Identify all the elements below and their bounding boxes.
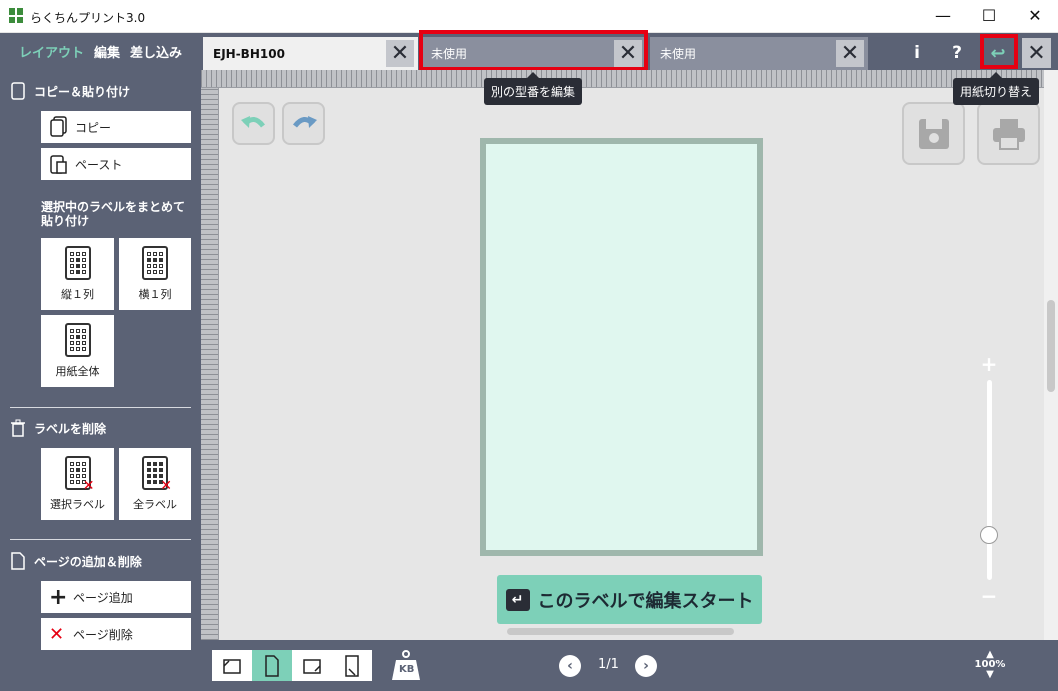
vertical-ruler	[201, 88, 219, 640]
nav-merge[interactable]: 差し込み	[130, 42, 182, 61]
portrait-icon	[265, 654, 279, 677]
tab-unused-1[interactable]: 未使用 ✕	[421, 37, 646, 70]
app-icon	[9, 8, 23, 23]
nav-edit[interactable]: 編集	[94, 42, 120, 61]
zoom-level-control[interactable]: ▲ 100% ▼	[970, 650, 1010, 680]
portrait-button[interactable]	[252, 650, 292, 681]
paste-icon	[50, 155, 67, 174]
page-icon	[11, 552, 25, 570]
page-heading: ページの追加＆削除	[10, 552, 142, 570]
paste-column-button[interactable]: 縦１列	[41, 238, 114, 310]
flip-page-icon	[345, 654, 359, 677]
horizontal-scrollbar[interactable]	[507, 628, 734, 635]
weight-label: KB	[399, 664, 415, 675]
add-page-button[interactable]: + ページ追加	[41, 581, 191, 613]
weight-icon: KB	[390, 648, 422, 682]
delete-all-icon: ✕	[142, 456, 172, 494]
left-sidebar: コピー＆貼り付け コピー ペースト 選択中のラベルをまとめて貼り付け 縦１列 横…	[0, 70, 201, 691]
tab-label: 未使用	[431, 47, 468, 61]
redo-icon	[292, 115, 317, 128]
start-editing-button[interactable]: ↵ このラベルで編集スタート	[497, 575, 762, 624]
zoom-out-button[interactable]: −	[980, 584, 998, 608]
copy-icon	[50, 116, 67, 137]
document-icon	[11, 82, 25, 100]
maximize-button[interactable]: ☐	[966, 0, 1012, 30]
page-indicator: 1/1	[598, 657, 619, 672]
app-title: らくちんプリント3.0	[30, 11, 146, 25]
info-button[interactable]: i	[905, 38, 929, 68]
plus-icon: +	[49, 584, 68, 610]
tooltip-edit-other-model: 別の型番を編集	[484, 72, 583, 105]
undo-icon	[240, 115, 265, 128]
grid-column-icon	[64, 246, 91, 280]
rotate-left-icon	[223, 658, 241, 674]
delete-heading: ラベルを削除	[10, 419, 106, 437]
copy-paste-heading: コピー＆貼り付け	[10, 82, 130, 100]
close-window-button[interactable]: ✕	[1012, 0, 1058, 30]
remove-page-button[interactable]: ✕ ページ削除	[41, 618, 191, 650]
prev-page-button[interactable]: ‹	[559, 655, 581, 677]
vertical-scrollbar[interactable]	[1044, 70, 1058, 640]
rotate-left-button[interactable]	[212, 650, 252, 681]
tab-label: EJH-BH100	[213, 46, 285, 61]
paste-button[interactable]: ペースト	[41, 148, 191, 180]
grid-sheet-icon	[64, 323, 91, 357]
grid-row-icon	[142, 246, 168, 280]
horizontal-ruler	[201, 70, 1044, 88]
mode-nav: レイアウト 編集 差し込み	[0, 33, 201, 70]
flip-button[interactable]	[332, 650, 372, 681]
close-tab-icon[interactable]: ✕	[386, 40, 414, 67]
trash-icon	[11, 419, 25, 437]
nav-layout[interactable]: レイアウト	[19, 42, 84, 61]
undo-button[interactable]	[232, 102, 275, 145]
divider	[10, 539, 191, 540]
delete-selected-button[interactable]: ✕ 選択ラベル	[41, 448, 114, 520]
title-bar: らくちんプリント3.0 — ☐ ✕	[0, 0, 1058, 33]
print-button[interactable]	[977, 102, 1040, 165]
zoom-slider-track[interactable]	[987, 380, 992, 580]
rotate-right-icon	[303, 658, 321, 674]
paste-all-sheet-button[interactable]: 用紙全体	[41, 315, 114, 387]
zoom-in-button[interactable]: +	[980, 352, 998, 376]
tooltip-paper-switch: 用紙切り替え	[953, 72, 1040, 105]
delete-selected-icon: ✕	[64, 456, 95, 494]
label-sheet[interactable]	[480, 138, 763, 556]
scrollbar-thumb[interactable]	[1047, 300, 1055, 392]
rotate-right-button[interactable]	[292, 650, 332, 681]
close-app-button[interactable]: ✕	[1022, 38, 1051, 68]
paper-switch-icon[interactable]: ↩	[983, 38, 1013, 68]
save-icon	[918, 118, 949, 149]
help-button[interactable]: ?	[945, 38, 969, 68]
orientation-selector	[212, 650, 372, 681]
zoom-slider-handle[interactable]	[980, 526, 998, 544]
tab-unused-2[interactable]: 未使用 ✕	[650, 37, 868, 70]
redo-button[interactable]	[282, 102, 325, 145]
delete-all-button[interactable]: ✕ 全ラベル	[119, 448, 191, 520]
close-tab-icon[interactable]: ✕	[836, 40, 864, 67]
printer-icon	[992, 118, 1025, 150]
next-page-button[interactable]: ›	[635, 655, 657, 677]
divider	[10, 407, 191, 408]
enter-icon: ↵	[505, 588, 530, 611]
save-button[interactable]	[902, 102, 965, 165]
minimize-button[interactable]: —	[920, 0, 966, 30]
paste-row-button[interactable]: 横１列	[119, 238, 191, 310]
bulk-paste-heading: 選択中のラベルをまとめて貼り付け	[41, 200, 186, 228]
copy-button[interactable]: コピー	[41, 111, 191, 143]
tab-label: 未使用	[660, 47, 697, 61]
tab-ejh-bh100[interactable]: EJH-BH100 ✕	[203, 37, 418, 70]
close-tab-icon[interactable]: ✕	[614, 40, 642, 67]
delete-x-icon: ✕	[49, 623, 65, 645]
zoom-down-arrow[interactable]: ▼	[970, 670, 1010, 680]
